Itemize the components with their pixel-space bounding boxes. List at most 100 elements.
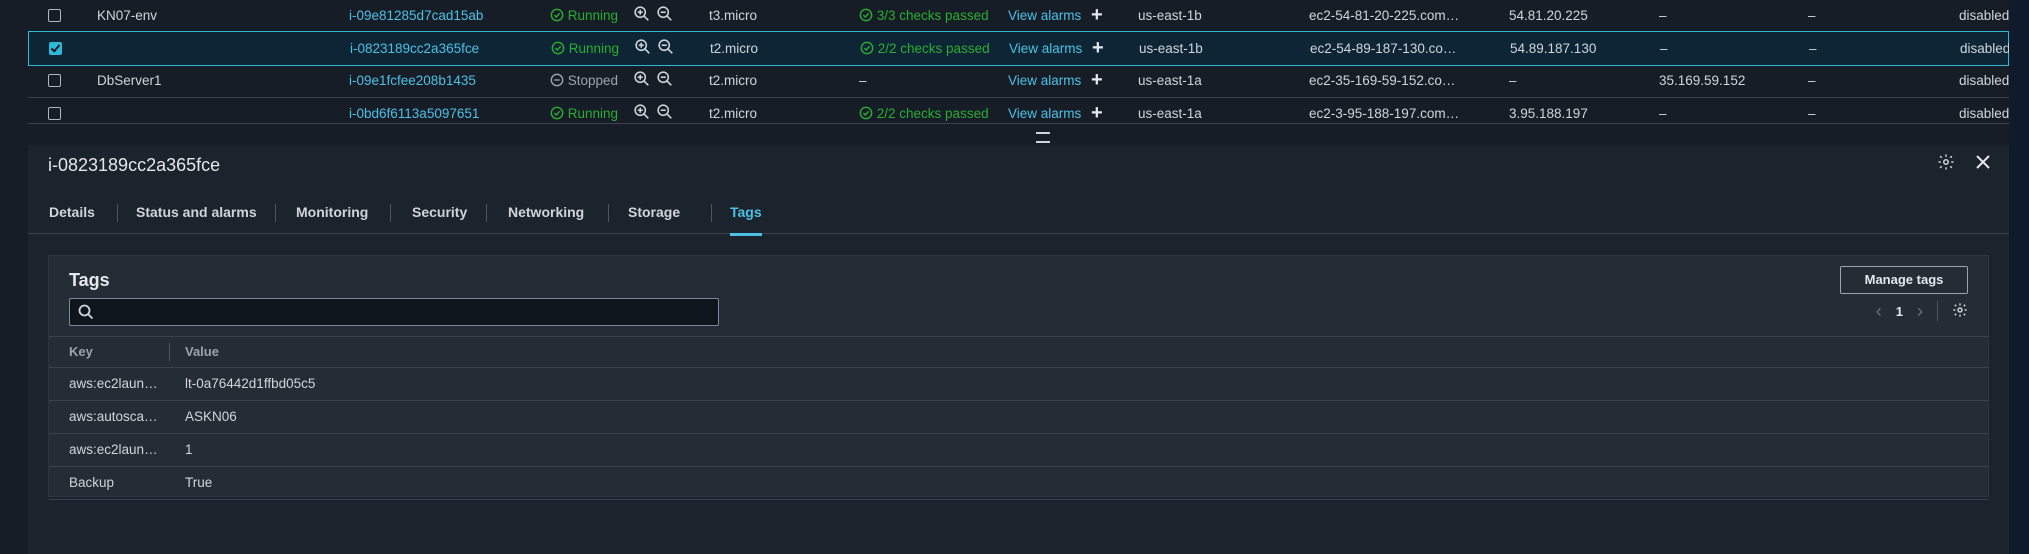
add-alarm-icon[interactable]: + xyxy=(1092,32,1112,65)
view-alarms-link[interactable]: View alarms xyxy=(1008,97,1088,123)
view-alarms-link[interactable]: View alarms xyxy=(1008,0,1088,32)
instance-id-link[interactable]: i-0823189cc2a365fce xyxy=(350,32,500,65)
detail-title: i-0823189cc2a365fce xyxy=(48,155,221,175)
row-checkbox[interactable] xyxy=(48,9,61,22)
zoom-out-icon[interactable] xyxy=(656,5,673,25)
availability-zone: us-east-1a xyxy=(1138,73,1202,88)
zoom-in-icon[interactable] xyxy=(634,38,651,58)
instance-state: Running xyxy=(550,97,640,123)
zoom-out-icon[interactable] xyxy=(656,70,673,90)
row-checkbox[interactable] xyxy=(48,107,61,120)
status-check-label: 3/3 checks passed xyxy=(876,8,989,23)
instance-name[interactable]: DbServer1 xyxy=(97,64,247,97)
close-icon[interactable] xyxy=(1975,154,1991,173)
instance-name[interactable] xyxy=(97,97,247,123)
preferences-icon[interactable] xyxy=(1952,302,1968,321)
public-ipv4: 54.89.187.130 xyxy=(1510,41,1597,56)
tag-value: lt-0a76442d1ffbd05c5 xyxy=(185,376,316,391)
column-header-key[interactable]: Key xyxy=(69,337,159,367)
add-alarm-icon[interactable]: + xyxy=(1091,0,1111,32)
status-check-label: 2/2 checks passed xyxy=(876,106,989,121)
instance-row[interactable]: DbServer1 i-09e1fcfee208b1435 Stopped t2… xyxy=(28,64,2009,98)
public-dns: ec2-54-81-20-225.com… xyxy=(1309,8,1460,23)
tab-networking[interactable]: Networking xyxy=(508,193,584,233)
instance-detail-panel: i-0823189cc2a365fce Details Status and al… xyxy=(28,145,2009,554)
instance-type: t2.micro xyxy=(710,41,759,56)
zoom-out-icon[interactable] xyxy=(656,103,673,123)
chevron-right-icon[interactable]: › xyxy=(1917,301,1923,322)
tag-row: Backup True xyxy=(49,467,1988,500)
tab-monitoring[interactable]: Monitoring xyxy=(296,193,368,233)
tab-storage[interactable]: Storage xyxy=(628,193,680,233)
manage-tags-button[interactable]: Manage tags xyxy=(1840,266,1968,294)
tags-table: Key Value aws:ec2launchtemplate:id lt-0a… xyxy=(49,336,1988,500)
settings-icon[interactable] xyxy=(1937,153,1955,174)
tag-value: True xyxy=(185,475,213,490)
instance-state-label: Running xyxy=(567,8,619,23)
public-ipv4: – xyxy=(1509,73,1517,88)
tab-security[interactable]: Security xyxy=(412,193,467,233)
tags-table-header: Key Value xyxy=(49,336,1988,368)
state-zoom-controls xyxy=(633,5,673,25)
page-number[interactable]: 1 xyxy=(1896,304,1903,319)
instance-row[interactable]: i-0823189cc2a365fce Running t2.micro 2/2… xyxy=(28,31,2009,66)
status-check: 2/2 checks passed xyxy=(860,32,992,65)
pagination: ‹ 1 › xyxy=(1876,298,1968,324)
tab-details[interactable]: Details xyxy=(49,193,95,233)
instance-state: Running xyxy=(551,32,641,65)
instance-state-label: Running xyxy=(568,41,620,56)
state-zoom-controls xyxy=(633,70,673,90)
row-checkbox[interactable] xyxy=(48,74,61,87)
row-checkbox[interactable] xyxy=(49,42,62,55)
tag-row: aws:ec2launchtemplate:version 1 xyxy=(49,434,1988,467)
instances-table: KN07-env i-09e81285d7cad15ab Running t3.… xyxy=(28,0,2009,123)
instance-name[interactable] xyxy=(98,32,248,65)
state-zoom-controls xyxy=(633,103,673,123)
public-ipv4: 3.95.188.197 xyxy=(1509,106,1588,121)
add-alarm-icon[interactable]: + xyxy=(1091,97,1111,123)
tab-status-and-alarms[interactable]: Status and alarms xyxy=(136,193,257,233)
tags-panel: Tags Manage tags ‹ 1 › Key Value aws:ec2… xyxy=(48,255,1989,500)
instance-row[interactable]: KN07-env i-09e81285d7cad15ab Running t3.… xyxy=(28,0,2009,33)
view-alarms-link[interactable]: View alarms xyxy=(1009,32,1089,65)
instance-type: t2.micro xyxy=(709,73,758,88)
tags-title: Tags xyxy=(69,270,110,290)
tab-tags[interactable]: Tags xyxy=(730,193,762,236)
zoom-in-icon[interactable] xyxy=(633,5,650,25)
status-check: 3/3 checks passed xyxy=(859,0,991,32)
tag-key: aws:ec2launchtemplate:version xyxy=(69,442,159,457)
public-ipv4: 54.81.20.225 xyxy=(1509,8,1588,23)
panel-resize-handle[interactable] xyxy=(28,123,2009,146)
add-alarm-icon[interactable]: + xyxy=(1091,64,1111,97)
chevron-left-icon[interactable]: ‹ xyxy=(1876,301,1882,322)
zoom-out-icon[interactable] xyxy=(657,38,674,58)
status-check: 2/2 checks passed xyxy=(859,97,991,123)
drag-handle-icon[interactable] xyxy=(1036,132,1050,143)
tag-value: 1 xyxy=(185,442,193,457)
view-alarms-link[interactable]: View alarms xyxy=(1008,64,1088,97)
instance-row[interactable]: i-0bd6f6113a5097651 Running t2.micro 2/2… xyxy=(28,97,2009,123)
zoom-in-icon[interactable] xyxy=(633,70,650,90)
instance-id-link[interactable]: i-09e1fcfee208b1435 xyxy=(349,64,499,97)
column-header-value[interactable]: Value xyxy=(185,337,219,367)
tags-search-input[interactable] xyxy=(69,298,719,326)
instance-name[interactable]: KN07-env xyxy=(97,0,247,32)
zoom-in-icon[interactable] xyxy=(633,103,650,123)
availability-zone: us-east-1b xyxy=(1138,8,1202,23)
tag-row: aws:autoscaling:groupName ASKN06 xyxy=(49,401,1988,434)
tag-key: aws:autoscaling:groupName xyxy=(69,409,159,424)
instance-id-link[interactable]: i-09e81285d7cad15ab xyxy=(349,0,499,32)
public-dns: ec2-3-95-188-197.com… xyxy=(1309,106,1460,121)
left-gutter xyxy=(0,0,29,554)
tag-row: aws:ec2launchtemplate:id lt-0a76442d1ffb… xyxy=(49,368,1988,401)
elastic-ip: – xyxy=(1659,106,1667,121)
elastic-ip: – xyxy=(1659,8,1667,23)
instance-state: Stopped xyxy=(550,64,640,97)
status-check-label: 2/2 checks passed xyxy=(877,41,990,56)
availability-zone: us-east-1b xyxy=(1139,41,1203,56)
detail-tabs: Details Status and alarms Monitoring Securi… xyxy=(28,193,2009,236)
state-zoom-controls xyxy=(634,38,674,58)
elastic-ip: 35.169.59.152 xyxy=(1659,73,1746,88)
instance-id-link[interactable]: i-0bd6f6113a5097651 xyxy=(349,97,499,123)
ipv6: – xyxy=(1808,106,1816,121)
